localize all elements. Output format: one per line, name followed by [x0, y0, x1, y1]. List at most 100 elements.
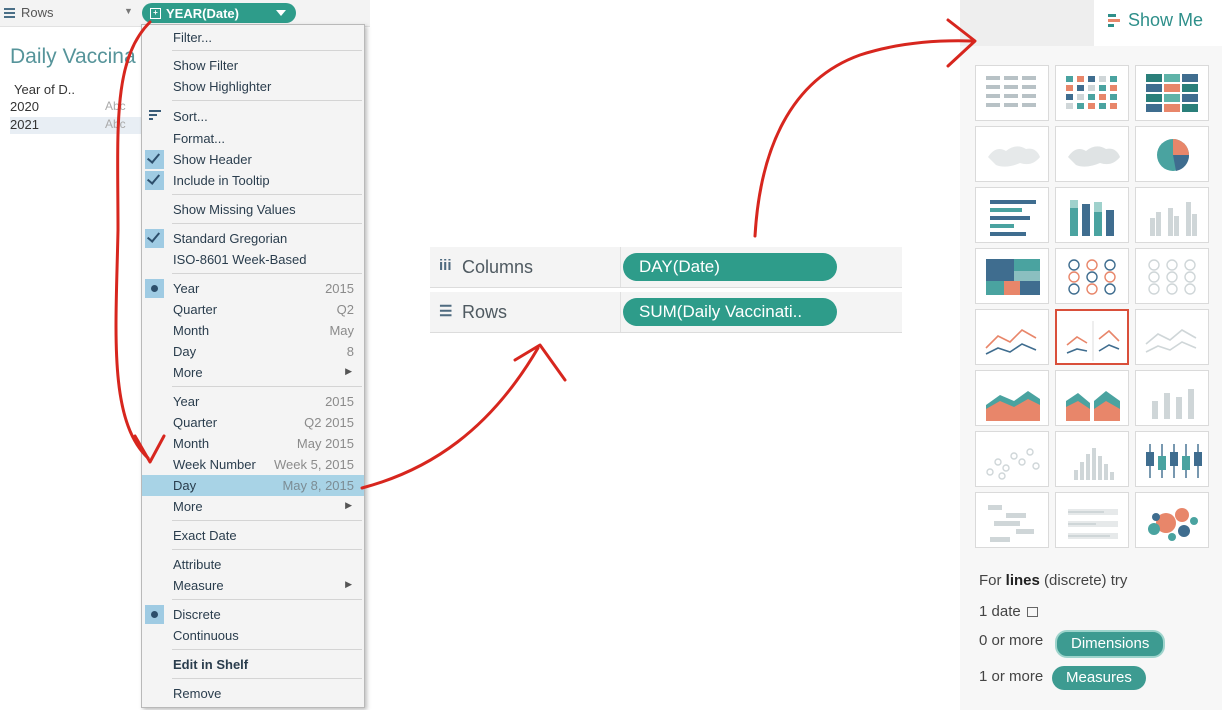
pie-chart-icon: [1157, 139, 1190, 171]
menu-item-continuous-week[interactable]: Week Number Week 5, 2015: [142, 454, 364, 475]
pill-context-menu: Filter... Show Filter Show Highlighter S…: [141, 24, 365, 708]
box-whisker-icon: [1146, 444, 1202, 478]
menu-item-standard-gregorian[interactable]: Standard Gregorian: [142, 228, 364, 249]
day-date-pill[interactable]: DAY(Date): [623, 253, 837, 281]
continuous-area-chart-option[interactable]: [975, 370, 1049, 426]
menu-item-attribute[interactable]: Attribute: [142, 554, 364, 575]
dimensions-tag: Dimensions: [1055, 630, 1166, 658]
chevron-down-icon[interactable]: ▼: [124, 6, 133, 16]
table-row[interactable]: 2021 Abc: [10, 117, 142, 134]
menu-item-continuous-month[interactable]: Month May 2015: [142, 433, 364, 454]
menu-item-label: Month: [173, 436, 210, 451]
menu-item-continuous-day[interactable]: Day May 8, 2015: [142, 475, 364, 496]
radio-dot-icon: [145, 605, 164, 624]
menu-item-edit-in-shelf[interactable]: Edit in Shelf: [142, 654, 364, 675]
sort-icon: [149, 110, 161, 122]
stacked-bars-chart-option[interactable]: [1055, 187, 1129, 243]
continuous-lines-chart-option[interactable]: [975, 309, 1049, 365]
discrete-lines-icon: [1066, 321, 1120, 361]
menu-item-label: Discrete: [173, 607, 221, 622]
menu-item-discrete-more[interactable]: More ▶: [142, 362, 364, 383]
menu-separator: [172, 100, 362, 101]
menu-separator: [172, 273, 362, 274]
menu-separator: [172, 386, 362, 387]
menu-item-exact-date[interactable]: Exact Date: [142, 525, 364, 546]
discrete-lines-chart-option[interactable]: [1055, 309, 1129, 365]
menu-item-discrete-year[interactable]: Year 2015: [142, 278, 364, 299]
horizontal-bars-chart-option[interactable]: [975, 187, 1049, 243]
menu-item-label: Year: [173, 394, 200, 409]
filled-map-chart-option[interactable]: [1055, 126, 1129, 182]
calendar-icon: [1026, 607, 1038, 618]
expand-icon[interactable]: +: [150, 7, 161, 19]
menu-item-discrete-day[interactable]: Day 8: [142, 341, 364, 362]
menu-item-continuous-more[interactable]: More ▶: [142, 496, 364, 517]
heat-map-chart-option[interactable]: [1055, 65, 1129, 121]
submenu-arrow-icon: ▶: [345, 500, 352, 510]
menu-item-show-missing[interactable]: Show Missing Values: [142, 199, 364, 220]
text-table-icon: [986, 76, 1036, 107]
sum-daily-vaccinations-pill[interactable]: SUM(Daily Vaccinati..: [623, 298, 837, 326]
menu-item-measure[interactable]: Measure ▶: [142, 575, 364, 596]
dual-combination-icon: [1152, 389, 1194, 419]
menu-item-example: Week 5, 2015: [274, 457, 354, 472]
menu-item-show-header[interactable]: Show Header: [142, 149, 364, 170]
bullet-graph-chart-option[interactable]: [1055, 492, 1129, 548]
circle-view-chart-option[interactable]: [1055, 248, 1129, 304]
menu-item-label: Sort...: [173, 109, 208, 124]
tab-show-me[interactable]: Show Me: [1094, 0, 1222, 46]
year-date-pill-label: YEAR(Date): [166, 5, 239, 21]
side-by-side-bars-chart-option[interactable]: [1135, 187, 1209, 243]
menu-item-label: Year: [173, 281, 200, 296]
hint-suffix: (discrete) try: [1044, 572, 1128, 589]
treemap-chart-option[interactable]: [975, 248, 1049, 304]
menu-item-include-tooltip[interactable]: Include in Tooltip: [142, 170, 364, 191]
menu-item-discrete-month[interactable]: Month May: [142, 320, 364, 341]
scatter-plot-chart-option[interactable]: [975, 431, 1049, 487]
menu-item-remove[interactable]: Remove: [142, 683, 364, 704]
menu-item-label: Remove: [173, 686, 222, 701]
radio-dot-icon: [145, 279, 164, 298]
text-table-chart-option[interactable]: [975, 65, 1049, 121]
table-row[interactable]: 2020 Abc: [10, 99, 142, 116]
menu-item-discrete-quarter[interactable]: Quarter Q2: [142, 299, 364, 320]
symbol-map-chart-option[interactable]: [975, 126, 1049, 182]
hint-prefix: For: [979, 572, 1002, 589]
packed-bubbles-chart-option[interactable]: [1135, 492, 1209, 548]
box-whisker-chart-option[interactable]: [1135, 431, 1209, 487]
menu-item-label: Quarter: [173, 415, 218, 430]
histogram-chart-option[interactable]: [1055, 431, 1129, 487]
chevron-down-icon[interactable]: [276, 10, 286, 16]
year-date-pill[interactable]: + YEAR(Date): [142, 3, 296, 23]
dual-combination-chart-option[interactable]: [1135, 370, 1209, 426]
side-by-side-bars-icon: [1150, 202, 1197, 236]
rows-shelf-label: Rows: [462, 302, 508, 322]
menu-item-filter[interactable]: Filter...: [142, 27, 364, 48]
discrete-area-chart-option[interactable]: [1055, 370, 1129, 426]
menu-item-label: Attribute: [173, 557, 222, 572]
menu-item-continuous-year[interactable]: Year 2015: [142, 391, 364, 412]
histogram-icon: [1074, 448, 1114, 480]
columns-icon: iii: [439, 257, 452, 274]
dual-lines-chart-option[interactable]: [1135, 309, 1209, 365]
side-by-side-circles-icon: [1148, 259, 1196, 295]
menu-item-show-highlighter[interactable]: Show Highlighter: [142, 76, 364, 97]
rows-shelf-text: Rows: [21, 5, 54, 20]
menu-item-label: Month: [173, 323, 210, 338]
side-by-side-circles-chart-option[interactable]: [1135, 248, 1209, 304]
menu-item-show-filter[interactable]: Show Filter: [142, 55, 364, 76]
menu-item-continuous-quarter[interactable]: Quarter Q2 2015: [142, 412, 364, 433]
gantt-chart-chart-option[interactable]: [975, 492, 1049, 548]
menu-item-sort[interactable]: Sort...: [142, 106, 364, 127]
submenu-arrow-icon: ▶: [345, 579, 352, 589]
menu-item-continuous[interactable]: Continuous: [142, 625, 364, 646]
menu-item-iso-week[interactable]: ISO-8601 Week-Based: [142, 249, 364, 270]
hint-bold: lines: [1005, 572, 1040, 589]
menu-separator: [172, 678, 362, 679]
menu-item-discrete[interactable]: Discrete: [142, 604, 364, 625]
menu-item-format[interactable]: Format...: [142, 128, 364, 149]
pie-chart-chart-option[interactable]: [1135, 126, 1209, 182]
highlight-table-chart-option[interactable]: [1135, 65, 1209, 121]
rows-icon: ☰: [439, 303, 453, 320]
checkmark-icon: [145, 150, 164, 169]
